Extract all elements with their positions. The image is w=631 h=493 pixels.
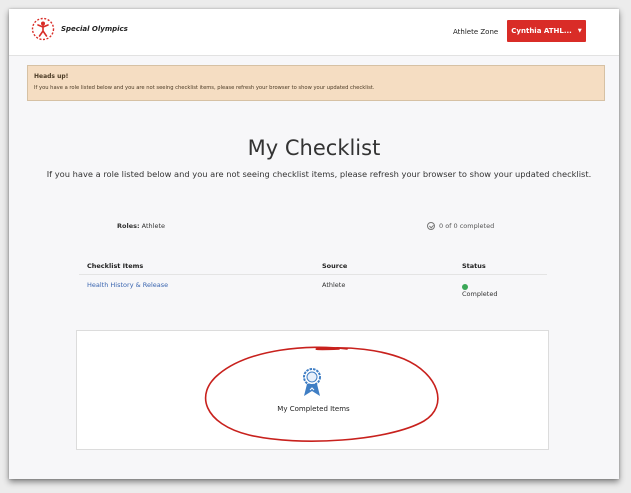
nav-athlete-zone[interactable]: Athlete Zone [453,28,498,36]
logo-text: Special Olympics [61,25,128,33]
browser-frame: Special Olympics Athlete Zone Cynthia AT… [9,9,619,479]
header-source: Source [322,262,348,270]
roles-label: Roles: [117,222,140,230]
table-header: Checklist Items Source Status [79,256,547,275]
award-ribbon-icon [303,368,321,396]
completion-progress: 0 of 0 completed [427,222,494,230]
roles-value: Athlete [141,222,166,230]
row-source: Athlete [322,281,346,289]
top-navbar: Special Olympics Athlete Zone Cynthia AT… [9,9,619,56]
header-checklist-items: Checklist Items [87,262,144,270]
progress-text: 0 of 0 completed [439,222,495,230]
completed-items-card[interactable]: My Completed Items [76,330,549,450]
check-circle-icon [427,222,435,230]
alert-message: If you have a role listed below and you … [34,85,375,91]
page-subtitle: If you have a role listed below and you … [46,169,592,179]
header-status: Status [462,262,486,270]
special-olympics-logo-icon [31,17,55,41]
row-status-text: Completed [462,290,498,298]
roles-summary: Roles: Athlete [117,222,165,230]
table-row: Health History & Release Athlete Complet… [79,275,547,300]
alert-title: Heads up! [34,73,69,80]
row-status: Completed [462,284,497,298]
heads-up-alert: Heads up! If you have a role listed belo… [27,65,605,101]
site-logo[interactable]: Special Olympics [31,17,128,41]
dropdown-caret-icon: ▼ [577,28,582,34]
user-menu-label: Cynthia ATHL... [511,27,572,35]
user-menu-button[interactable]: Cynthia ATHL... ▼ [507,20,586,42]
page-title: My Checklist [247,136,381,160]
checklist-table: Checklist Items Source Status Health His… [79,256,547,300]
completed-items-label: My Completed Items [277,405,350,413]
checklist-item-link[interactable]: Health History & Release [87,281,168,289]
